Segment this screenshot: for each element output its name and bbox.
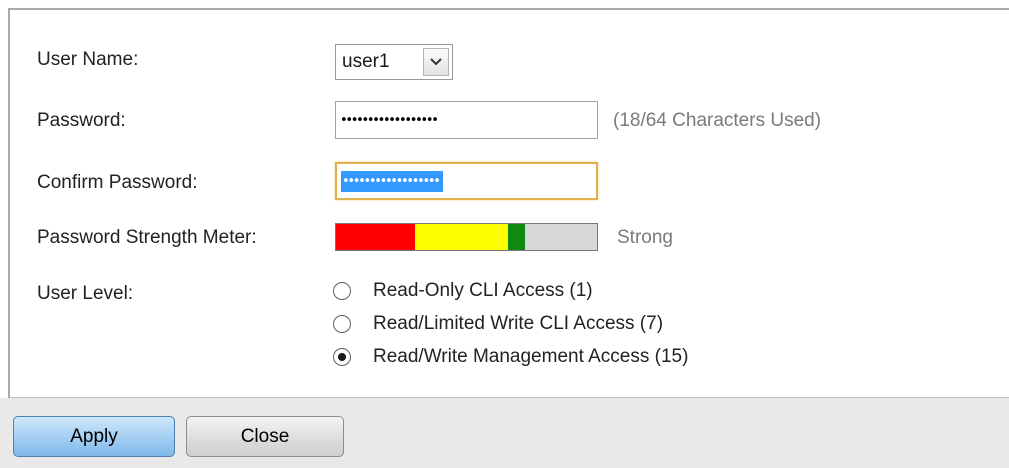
confirm-password-label: Confirm Password: (37, 172, 198, 193)
user-name-value: user1 (342, 51, 390, 72)
password-strength-meter (335, 223, 598, 251)
password-label: Password: (37, 110, 126, 131)
radio-label-management: Read/Write Management Access (15) (373, 346, 689, 367)
user-level-option-read-only[interactable]: Read-Only CLI Access (1) (333, 280, 593, 302)
radio-management[interactable] (333, 348, 351, 366)
radio-read-only[interactable] (333, 282, 351, 300)
strength-segment-empty (525, 224, 597, 250)
password-masked-value: •••••••••••••••••• (340, 112, 439, 128)
confirm-password-masked-value: •••••••••••••••••• (341, 170, 443, 192)
user-level-option-management[interactable]: Read/Write Management Access (15) (333, 346, 688, 368)
apply-button[interactable]: Apply (13, 416, 175, 457)
confirm-password-input[interactable]: •••••••••••••••••• (335, 162, 598, 200)
strength-segment-green (508, 224, 525, 250)
strength-segment-red (336, 224, 415, 250)
close-button[interactable]: Close (186, 416, 344, 457)
radio-label-read-only: Read-Only CLI Access (1) (373, 280, 593, 301)
user-name-select[interactable]: user1 (335, 44, 453, 80)
radio-label-limited-write: Read/Limited Write CLI Access (7) (373, 313, 664, 334)
chevron-down-icon[interactable] (423, 48, 449, 76)
user-account-panel (8, 8, 1009, 398)
user-name-label: User Name: (37, 49, 139, 70)
password-input[interactable]: •••••••••••••••••• (335, 101, 598, 139)
strength-meter-label: Password Strength Meter: (37, 227, 257, 248)
strength-segment-yellow (415, 224, 508, 250)
user-level-option-limited-write[interactable]: Read/Limited Write CLI Access (7) (333, 313, 663, 335)
user-level-label: User Level: (37, 283, 134, 304)
radio-limited-write[interactable] (333, 315, 351, 333)
strength-status-text: Strong (617, 227, 673, 248)
password-characters-hint: (18/64 Characters Used) (613, 110, 822, 131)
